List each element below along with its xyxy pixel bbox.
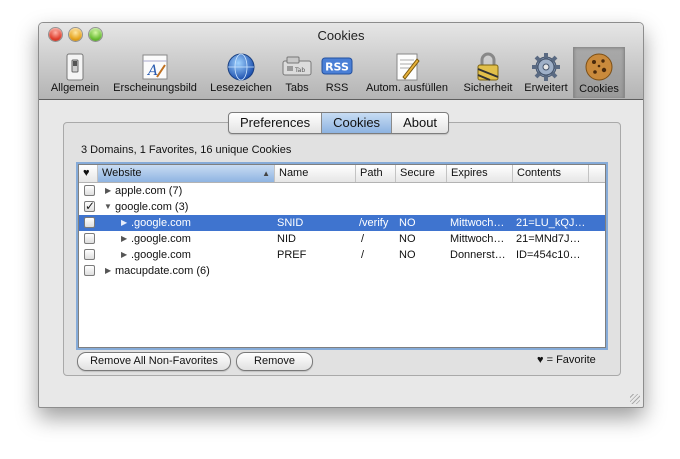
font-panel-icon: A [142, 54, 168, 80]
svg-text:Tab: Tab [294, 67, 305, 74]
toolbar-item-tabs[interactable]: Tab Tabs [277, 51, 317, 97]
gear-icon [532, 53, 560, 81]
cookie-icon [585, 53, 613, 81]
tab-cookies[interactable]: Cookies [322, 113, 393, 133]
favorite-checkbox[interactable] [84, 185, 95, 196]
tab-selector: Preferences Cookies About [228, 112, 450, 134]
disclosure-triangle-collapsed-icon[interactable]: ▶ [121, 247, 127, 263]
disclosure-triangle-collapsed-icon[interactable]: ▶ [121, 231, 127, 247]
column-secure[interactable]: Secure [396, 165, 447, 182]
remove-button[interactable]: Remove [236, 352, 313, 371]
favorite-checkbox[interactable] [84, 265, 95, 276]
toolbar: Cookies Allgemein A Erscheinungsbild Les… [39, 23, 643, 100]
table-row[interactable]: ▶ .google.com SNID /verify NO Mittwoch… … [79, 215, 605, 231]
cookies-table[interactable]: ♥ Website ▲ Name Path Secure Expires Con… [76, 162, 608, 350]
table-row[interactable]: ▶ apple.com (7) [79, 183, 605, 199]
tab-about[interactable]: About [392, 113, 448, 133]
column-path[interactable]: Path [356, 165, 396, 182]
rss-icon: RSS [321, 57, 353, 75]
column-contents[interactable]: Contents [513, 165, 589, 182]
switch-icon [66, 53, 84, 81]
favorite-checkbox[interactable] [84, 249, 95, 260]
toolbar-item-erscheinungsbild[interactable]: A Erscheinungsbild [105, 51, 205, 97]
disclosure-triangle-expanded-icon[interactable]: ▼ [104, 199, 112, 215]
toolbar-item-autofill[interactable]: Autom. ausfüllen [357, 51, 457, 97]
remove-all-non-favorites-button[interactable]: Remove All Non-Favorites [77, 352, 231, 371]
column-favorite[interactable]: ♥ [79, 165, 98, 182]
tabs-icon: Tab [282, 56, 312, 76]
favorite-legend: ♥ = Favorite [537, 354, 596, 366]
column-expires[interactable]: Expires [447, 165, 513, 182]
toolbar-item-rss[interactable]: RSS RSS [317, 51, 357, 97]
tab-preferences[interactable]: Preferences [229, 113, 323, 133]
disclosure-triangle-collapsed-icon[interactable]: ▶ [105, 263, 111, 279]
toolbar-item-erweitert[interactable]: Erweitert [519, 51, 573, 97]
cookie-summary: 3 Domains, 1 Favorites, 16 unique Cookie… [81, 144, 292, 156]
favorite-checkbox[interactable] [84, 233, 95, 244]
toolbar-item-sicherheit[interactable]: Sicherheit [457, 51, 519, 97]
table-row[interactable]: ▶ .google.com PREF / NO Donnerst… ID=454… [79, 247, 605, 263]
resize-grip-icon[interactable] [630, 394, 640, 404]
svg-text:RSS: RSS [325, 61, 349, 74]
toolbar-item-cookies[interactable]: Cookies [573, 47, 625, 98]
svg-text:A: A [146, 63, 158, 79]
disclosure-triangle-collapsed-icon[interactable]: ▶ [121, 215, 127, 231]
table-header: ♥ Website ▲ Name Path Secure Expires Con… [79, 165, 605, 183]
favorite-checkbox[interactable] [84, 198, 95, 214]
table-row[interactable]: ▶ .google.com NID / NO Mittwoch… 21=MNd7… [79, 231, 605, 247]
column-website[interactable]: Website ▲ [98, 165, 275, 182]
toolbar-item-lesezeichen[interactable]: Lesezeichen [205, 51, 277, 97]
sort-ascending-icon: ▲ [262, 169, 270, 178]
disclosure-triangle-collapsed-icon[interactable]: ▶ [105, 183, 111, 199]
table-row[interactable]: ▼ google.com (3) [79, 198, 605, 215]
pencil-form-icon [396, 53, 420, 81]
cookies-preferences-window: Cookies Allgemein A Erscheinungsbild Les… [38, 22, 644, 408]
window-title: Cookies [317, 28, 365, 43]
toolbar-item-allgemein[interactable]: Allgemein [45, 51, 105, 97]
favorite-checkbox[interactable] [84, 217, 95, 228]
table-row[interactable]: ▶ macupdate.com (6) [79, 263, 605, 279]
column-name[interactable]: Name [275, 165, 356, 182]
globe-icon [227, 53, 255, 81]
padlock-icon [477, 52, 499, 81]
